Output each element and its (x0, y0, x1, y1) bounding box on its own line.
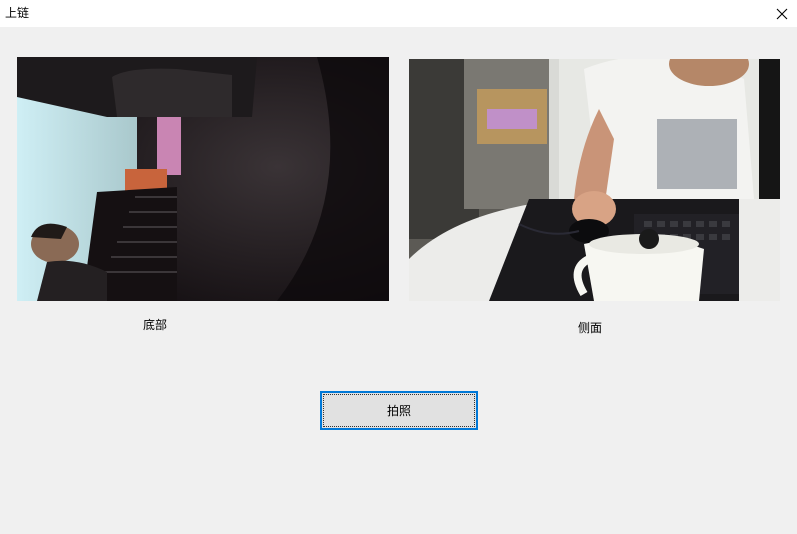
side-camera-feed (409, 59, 780, 301)
title-bar: 上链 (0, 0, 797, 27)
bottom-camera-feed (17, 57, 389, 301)
app-window: 上链 底部 侧面 拍照 (0, 0, 797, 534)
side-camera-label: 侧面 (578, 321, 603, 335)
capture-button[interactable]: 拍照 (320, 391, 478, 430)
window-title: 上链 (5, 6, 30, 20)
close-icon (776, 8, 788, 19)
capture-button-label: 拍照 (386, 404, 411, 418)
close-button[interactable] (767, 0, 797, 27)
bottom-camera-label: 底部 (143, 318, 168, 332)
